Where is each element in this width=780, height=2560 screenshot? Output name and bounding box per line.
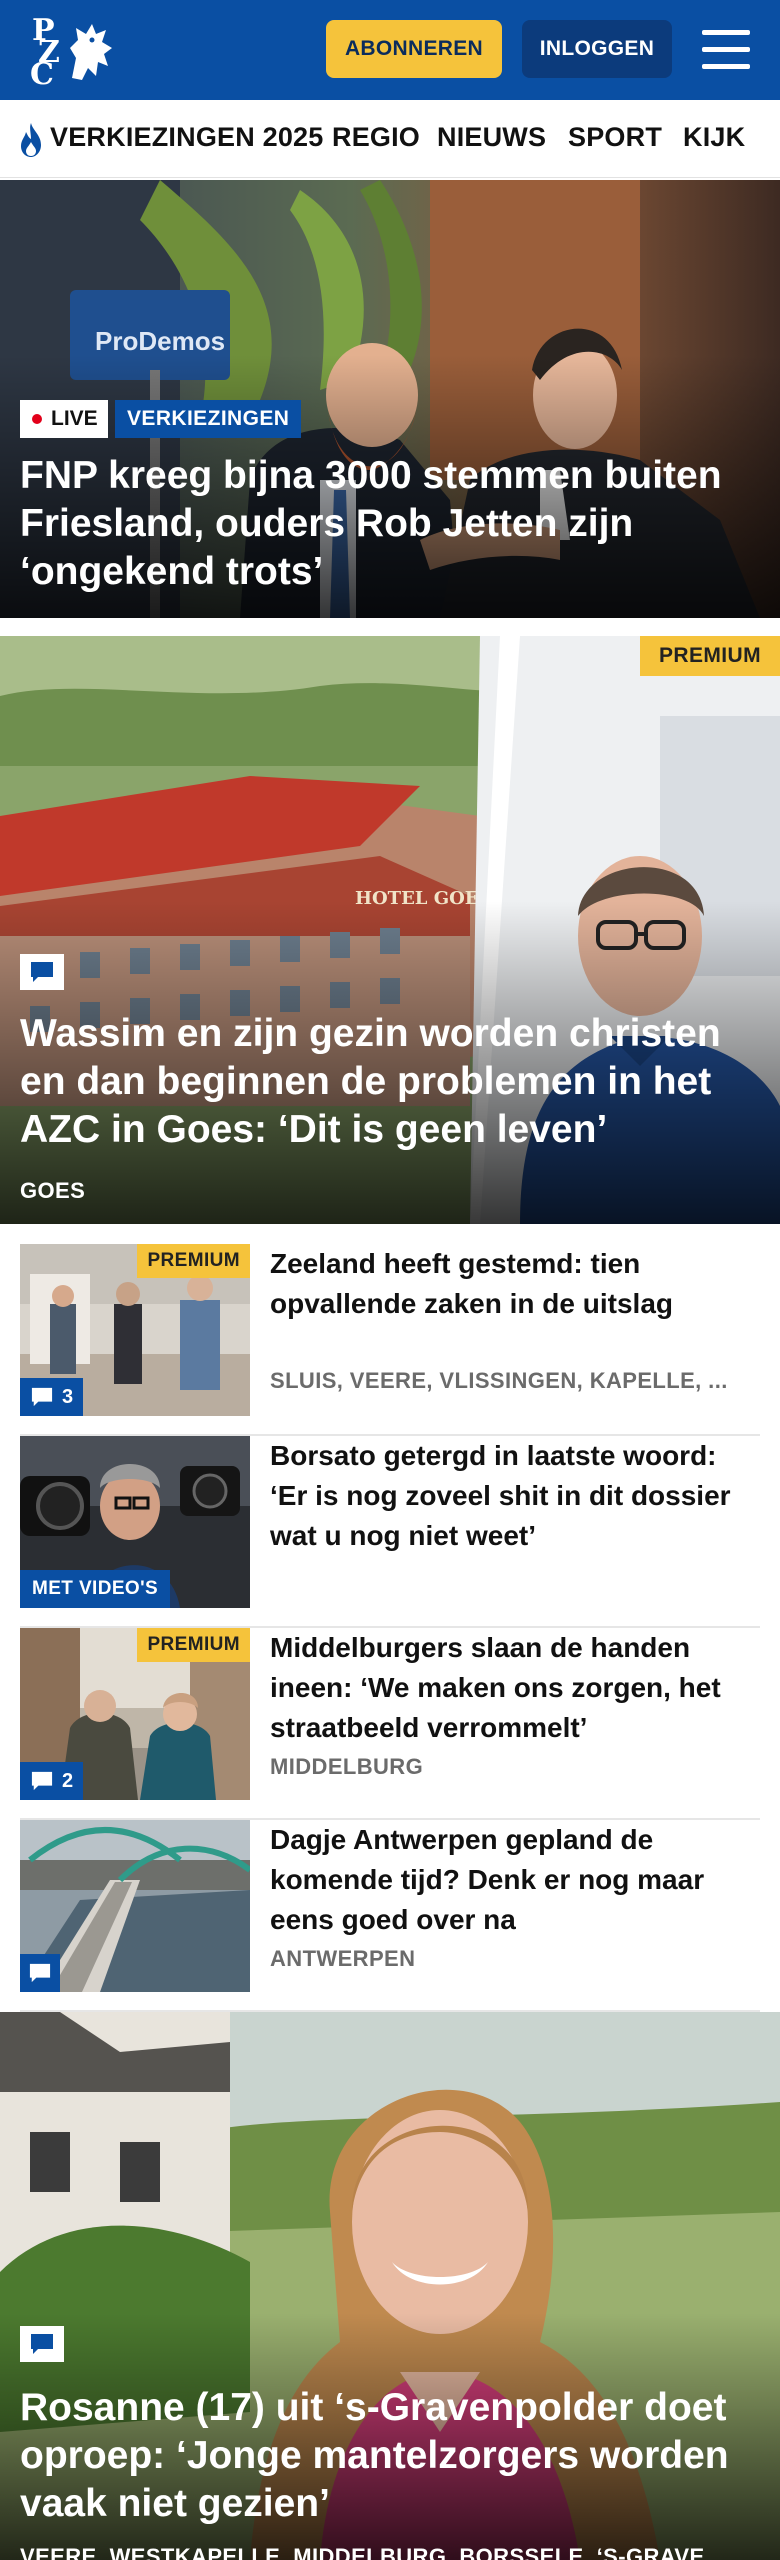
hero-title[interactable]: Wassim en zijn gezin worden christen en … bbox=[20, 1010, 762, 1154]
thumbnail: PREMIUM 3 bbox=[20, 1244, 250, 1416]
comment-icon bbox=[31, 1387, 53, 1407]
list-item[interactable]: PREMIUM 3 Zeeland heeft gestemd: tien op… bbox=[20, 1244, 760, 1436]
live-badge: LIVE bbox=[20, 400, 108, 438]
hero-article-rosanne[interactable]: Rosanne (17) uit ‘s-Gravenpolder doet op… bbox=[0, 2012, 780, 2560]
comment-count-badge: 2 bbox=[20, 1762, 84, 1800]
list-item-title[interactable]: Middelburgers slaan de handen ineen: ‘We… bbox=[270, 1628, 750, 1748]
hero-article-wassim[interactable]: HOTEL GOES PREMIUM Wassim en zijn gezin … bbox=[0, 636, 780, 1224]
login-button[interactable]: INLOGGEN bbox=[522, 20, 672, 78]
list-item[interactable]: MET VIDEO'S Borsato getergd in laatste w… bbox=[20, 1436, 760, 1628]
comment-icon bbox=[31, 962, 53, 982]
list-item-title[interactable]: Zeeland heeft gestemd: tien opvallende z… bbox=[270, 1244, 750, 1324]
list-item-place: SLUIS, VEERE, VLISSINGEN, KAPELLE, ... bbox=[270, 1368, 728, 1393]
nav-item-kijk[interactable]: KIJK bbox=[683, 122, 745, 153]
hero-article-fnp[interactable]: ProDemos LIVE VERKIEZINGEN FNP kreeg bij… bbox=[0, 180, 780, 618]
pzc-logo[interactable]: PZC bbox=[26, 14, 118, 90]
list-item-place: MIDDELBURG bbox=[270, 1754, 424, 1779]
sign-text: ProDemos bbox=[95, 326, 225, 356]
comment-count-badge: 3 bbox=[20, 1378, 84, 1416]
hero-place: VEERE, WESTKAPELLE, MIDDELBURG, BORSSELE… bbox=[20, 2544, 725, 2560]
comment-icon bbox=[31, 2334, 53, 2354]
comment-icon bbox=[29, 1963, 51, 1983]
hero-title[interactable]: Rosanne (17) uit ‘s-Gravenpolder doet op… bbox=[20, 2384, 762, 2528]
nav-item-sport[interactable]: SPORT bbox=[568, 122, 662, 153]
list-item-title[interactable]: Borsato getergd in laatste woord: ‘Er is… bbox=[270, 1436, 750, 1556]
video-badge: MET VIDEO'S bbox=[20, 1570, 171, 1608]
thumbnail bbox=[20, 1820, 250, 1992]
nav-item-nieuws[interactable]: NIEUWS bbox=[437, 122, 546, 153]
lion-icon bbox=[70, 24, 112, 80]
thumbnail: PREMIUM 2 bbox=[20, 1628, 250, 1800]
hamburger-icon[interactable] bbox=[700, 28, 752, 72]
comment-count: 2 bbox=[62, 1769, 74, 1792]
section-nav: VERKIEZINGEN 2025 REGIO NIEUWS SPORT KIJ… bbox=[0, 100, 780, 178]
premium-badge: PREMIUM bbox=[137, 1628, 250, 1662]
flame-icon bbox=[21, 123, 41, 157]
live-dot-icon bbox=[32, 414, 42, 424]
list-item-place: ANTWERPEN bbox=[270, 1946, 416, 1971]
comment-count: 3 bbox=[62, 1385, 74, 1408]
top-header: PZC ABONNEREN INLOGGEN bbox=[0, 0, 780, 100]
subscribe-button[interactable]: ABONNEREN bbox=[326, 20, 502, 78]
comment-icon bbox=[31, 1771, 53, 1791]
nav-item-regio[interactable]: REGIO bbox=[332, 122, 420, 153]
premium-badge: PREMIUM bbox=[137, 1244, 250, 1278]
list-item[interactable]: PREMIUM 2 Middelburgers slaan de handen … bbox=[20, 1628, 760, 1820]
comment-badge bbox=[20, 2326, 64, 2362]
category-badge: VERKIEZINGEN bbox=[115, 400, 302, 438]
nav-item-verkiezingen[interactable]: VERKIEZINGEN 2025 bbox=[50, 122, 324, 153]
live-label: LIVE bbox=[51, 407, 98, 430]
list-item[interactable]: Dagje Antwerpen gepland de komende tijd?… bbox=[20, 1820, 760, 2012]
list-item-title[interactable]: Dagje Antwerpen gepland de komende tijd?… bbox=[270, 1820, 750, 1940]
comment-badge bbox=[20, 1954, 60, 1992]
thumbnail: MET VIDEO'S bbox=[20, 1436, 250, 1608]
hero-place: GOES bbox=[20, 1178, 86, 1203]
hero-title[interactable]: FNP kreeg bijna 3000 stemmen buiten Frie… bbox=[20, 452, 762, 596]
premium-badge: PREMIUM bbox=[640, 636, 780, 676]
comment-badge bbox=[20, 954, 64, 990]
